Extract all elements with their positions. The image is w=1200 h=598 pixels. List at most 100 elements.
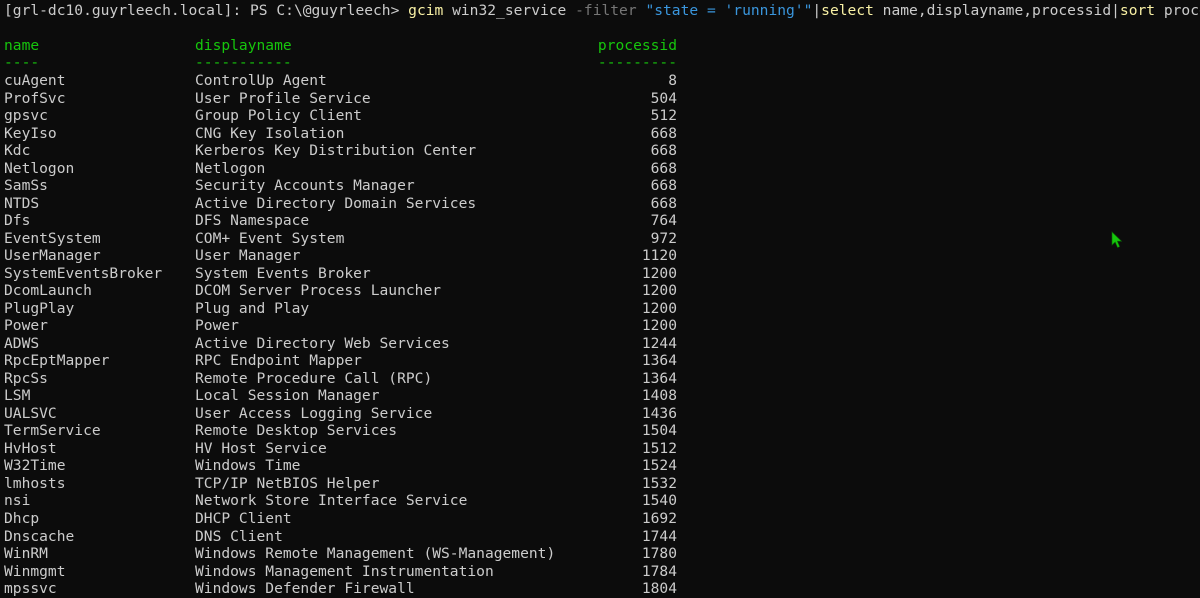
table-row: Dfs DFS Namespace 764: [0, 212, 700, 230]
cell-displayname: TCP/IP NetBIOS Helper: [195, 474, 380, 492]
table-row: SystemEventsBroker System Events Broker 12…: [0, 265, 700, 283]
cell-processid: 764: [650, 212, 677, 230]
cell-processid: 1744: [641, 527, 677, 545]
cell-processid: 668: [650, 194, 677, 212]
cell-processid: 668: [650, 124, 677, 142]
cell-name: UserManager: [4, 247, 101, 265]
cell-name: Dfs: [4, 212, 31, 230]
cell-processid: 1408: [641, 387, 677, 405]
command-pipe-2: |: [1111, 2, 1120, 19]
cell-displayname: DCOM Server Process Launcher: [195, 282, 442, 300]
cell-displayname: Kerberos Key Distribution Center: [195, 142, 477, 160]
table-header-separator: ---- ----------- ---------: [0, 54, 700, 72]
table-row: cuAgent ControlUp Agent 8: [0, 72, 700, 90]
command-sort-args: processid: [1163, 2, 1200, 19]
cell-processid: 1200: [641, 317, 677, 335]
table-row: LSM Local Session Manager 1408: [0, 387, 700, 405]
table-row: WinRM Windows Remote Management (WS-Manag…: [0, 545, 700, 563]
command-select-args: name,displayname,processid: [873, 2, 1112, 19]
cell-name: ProfSvc: [4, 89, 66, 107]
table-row: TermService Remote Desktop Services 1504: [0, 422, 700, 440]
command-select: select: [821, 2, 874, 19]
cell-name: lmhosts: [4, 474, 66, 492]
cell-processid: 504: [650, 89, 677, 107]
cell-displayname: Active Directory Web Services: [195, 334, 450, 352]
cell-name: Kdc: [4, 142, 31, 160]
cell-processid: 668: [650, 142, 677, 160]
table-row: UALSVC User Access Logging Service 1436: [0, 405, 700, 423]
cell-displayname: HV Host Service: [195, 439, 327, 457]
cell-name: UALSVC: [4, 404, 57, 422]
cell-name: TermService: [4, 422, 101, 440]
terminal-window[interactable]: [grl-dc10.guyrleech.local]: PS C:\@guyrl…: [0, 0, 1200, 597]
cell-displayname: DHCP Client: [195, 510, 292, 527]
table-row: ADWS Active Directory Web Services 1244: [0, 335, 700, 353]
cell-name: Dnscache: [4, 527, 75, 545]
command-sort: sort: [1119, 2, 1156, 19]
command-pipe-1: |: [812, 2, 822, 19]
cell-displayname: ControlUp Agent: [195, 72, 327, 89]
cell-displayname: Windows Defender Firewall: [195, 580, 415, 598]
cell-name: nsi: [4, 492, 31, 510]
table-row: W32Time Windows Time 1524: [0, 457, 700, 475]
cell-displayname: CNG Key Isolation: [195, 124, 345, 142]
cell-displayname: Plug and Play: [195, 299, 310, 317]
table-header: name displayname processid: [0, 37, 700, 55]
separator-processid: ---------: [597, 54, 677, 71]
table-row: Kdc Kerberos Key Distribution Center 668: [0, 142, 700, 160]
cell-processid: 1512: [641, 439, 677, 457]
cell-processid: 1780: [641, 545, 677, 563]
table-row: UserManager User Manager 1120: [0, 247, 700, 265]
table-row: mpssvc Windows Defender Firewall 1804: [0, 580, 700, 598]
cell-processid: 668: [650, 177, 677, 195]
table-row: PlugPlay Plug and Play 1200: [0, 300, 700, 318]
cell-displayname: Windows Remote Management (WS-Management…: [195, 545, 556, 563]
table-row: lmhosts TCP/IP NetBIOS Helper 1532: [0, 475, 700, 493]
table-row: Winmgmt Windows Management Instrumentatio…: [0, 563, 700, 581]
cell-displayname: Local Session Manager: [195, 387, 380, 405]
mouse-pointer-icon: [1111, 231, 1123, 248]
table-row: RpcEptMapper RPC Endpoint Mapper 1364: [0, 352, 700, 370]
cell-name: Dhcp: [4, 510, 40, 527]
cell-name: EventSystem: [4, 229, 101, 247]
cell-name: Power: [4, 317, 48, 335]
cell-displayname: System Events Broker: [195, 264, 371, 282]
table-row: Netlogon Netlogon 668: [0, 160, 700, 178]
command-param-filter: -filter: [575, 2, 637, 19]
cell-displayname: User Manager: [195, 247, 301, 265]
table-row: DcomLaunch DCOM Server Process Launcher 12…: [0, 282, 700, 300]
table-row: Dhcp DHCP Client 1692: [0, 510, 700, 528]
cell-processid: 1692: [641, 510, 677, 527]
table-row: EventSystem COM+ Event System 972: [0, 230, 700, 248]
table-row: SamSs Security Accounts Manager 668: [0, 177, 700, 195]
header-displayname: displayname: [195, 37, 292, 54]
cell-name: KeyIso: [4, 124, 57, 142]
separator-displayname: -----------: [195, 54, 292, 71]
header-name: name: [4, 37, 40, 54]
cell-name: WinRM: [4, 545, 48, 563]
cell-name: Netlogon: [4, 159, 75, 177]
cell-displayname: Network Store Interface Service: [195, 492, 468, 510]
cell-processid: 1364: [641, 369, 677, 387]
cell-name: gpsvc: [4, 107, 48, 125]
cell-processid: 1364: [641, 352, 677, 370]
cell-displayname: User Profile Service: [195, 89, 371, 107]
cell-name: cuAgent: [4, 72, 66, 89]
cell-processid: 972: [650, 229, 677, 247]
table-row: KeyIso CNG Key Isolation 668: [0, 125, 700, 143]
table-row: nsi Network Store Interface Service 1540: [0, 492, 700, 510]
cell-name: Winmgmt: [4, 562, 66, 580]
cell-processid: 1532: [641, 474, 677, 492]
cell-name: SamSs: [4, 177, 48, 195]
cell-processid: 1120: [641, 247, 677, 265]
table-row: ProfSvc User Profile Service 504: [0, 90, 700, 108]
table-row: HvHost HV Host Service 1512: [0, 440, 700, 458]
command-line: [grl-dc10.guyrleech.local]: PS C:\@guyrl…: [4, 2, 1200, 20]
cell-displayname: COM+ Event System: [195, 229, 345, 247]
cell-name: PlugPlay: [4, 299, 75, 317]
cell-displayname: Windows Management Instrumentation: [195, 562, 494, 580]
cell-displayname: Active Directory Domain Services: [195, 194, 477, 212]
cell-processid: 1200: [641, 299, 677, 317]
cell-name: RpcEptMapper: [4, 352, 110, 370]
cell-displayname: Netlogon: [195, 159, 266, 177]
